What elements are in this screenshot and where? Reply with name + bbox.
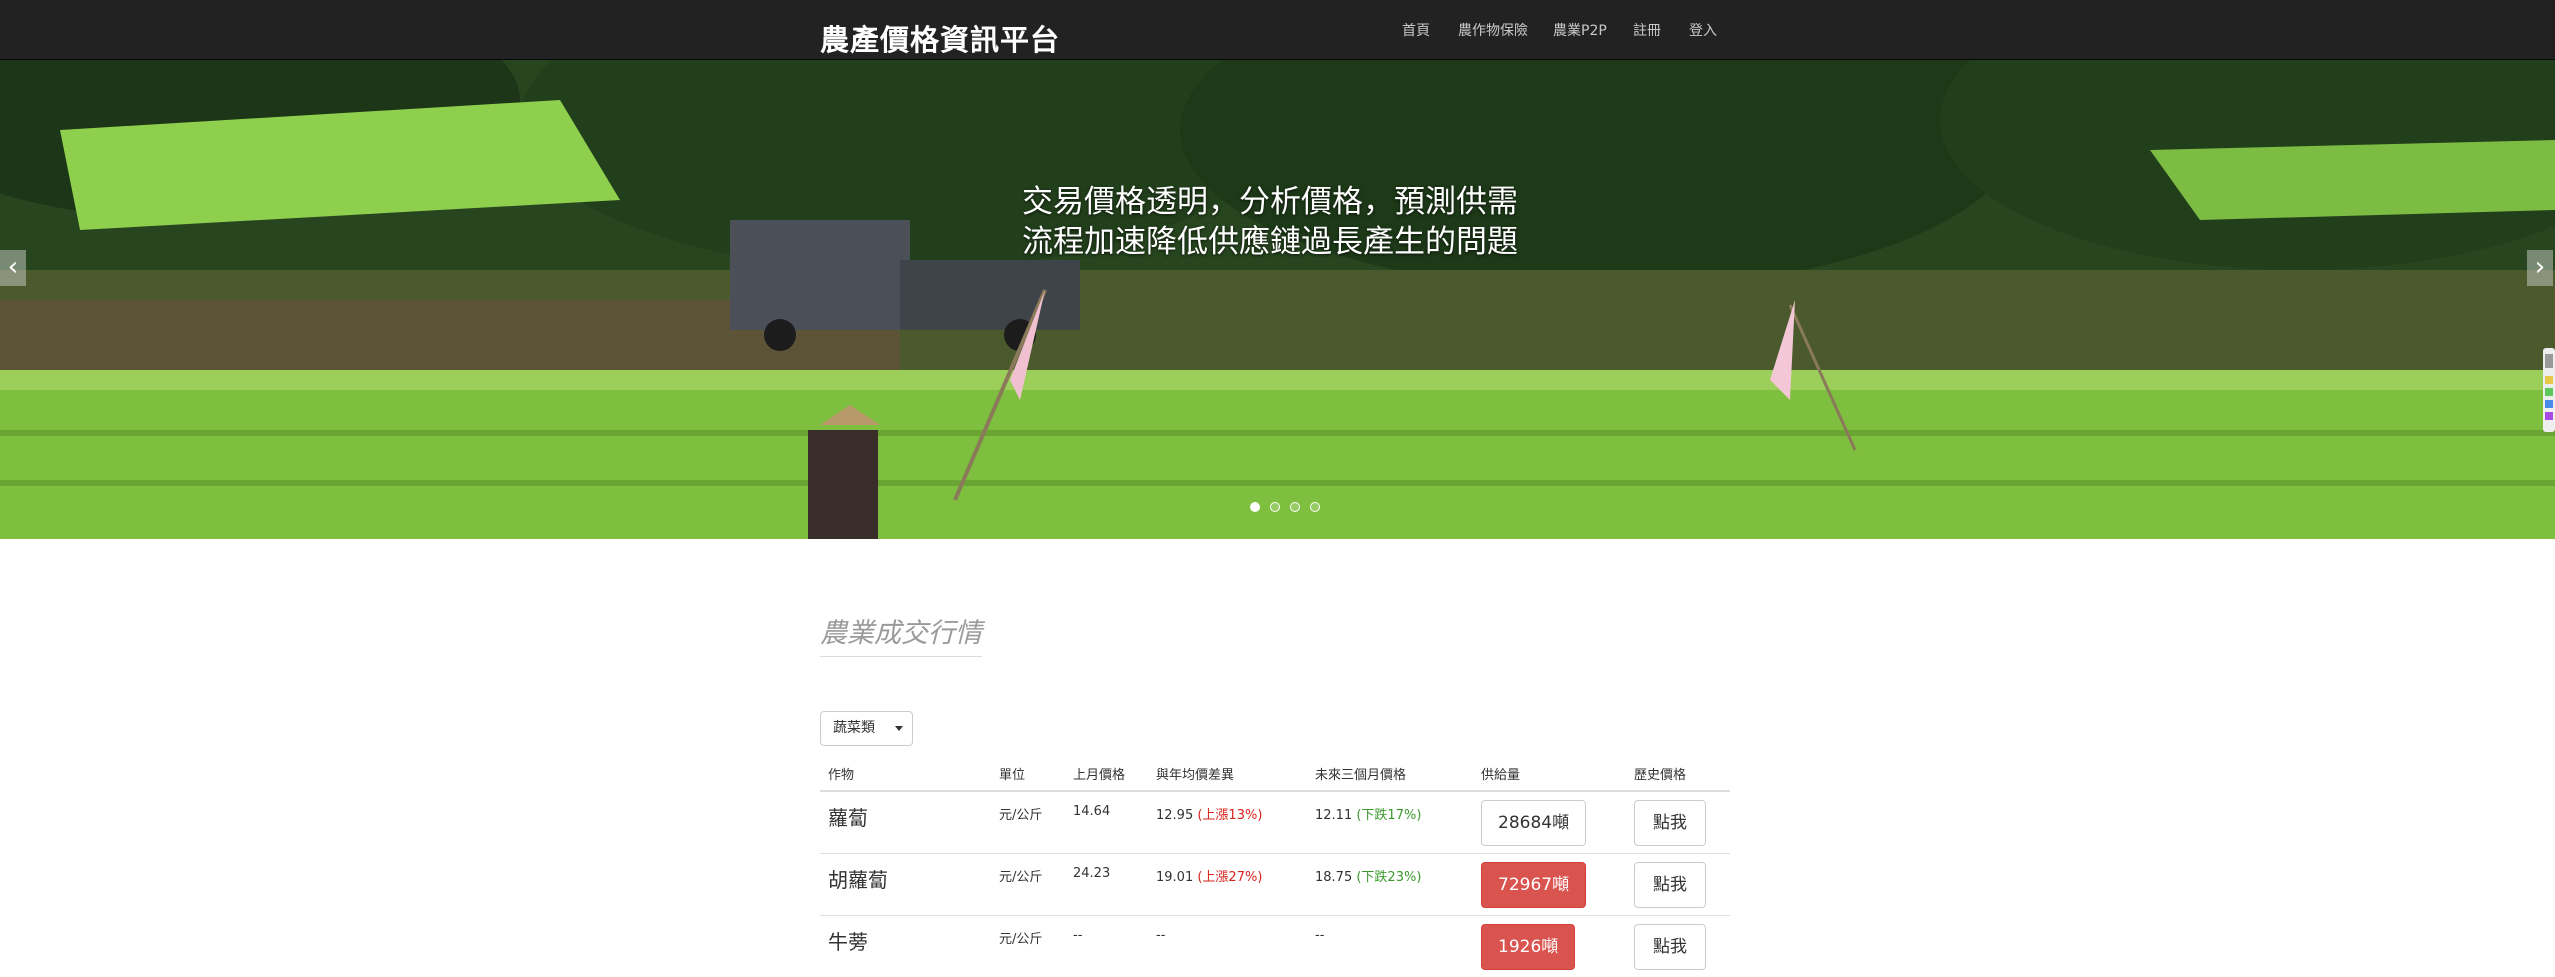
nav-link-home[interactable]: 首頁 (1402, 20, 1430, 40)
table-row: 牛蒡 元/公斤 -- -- -- 1926噸 點我 (820, 916, 1730, 977)
section-title: 農業成交行情 (820, 611, 982, 657)
nav-link-agri-p2p[interactable]: 農業P2P (1553, 20, 1607, 40)
forecast-cell: 12.11 (下跌17%) (1315, 792, 1465, 823)
unit: 元/公斤 (999, 792, 1057, 823)
diff-value: 12.95 (1156, 808, 1193, 823)
col-header-unit: 單位 (991, 756, 1065, 791)
col-header-history: 歷史價格 (1626, 756, 1730, 791)
rice-field-photo (0, 60, 2555, 539)
col-header-forecast: 未來三個月價格 (1307, 756, 1473, 791)
carousel-indicator-2[interactable] (1270, 502, 1280, 512)
chevron-left-icon: ‹ (8, 252, 18, 282)
forecast-cell: 18.75 (下跌23%) (1315, 854, 1465, 885)
unit: 元/公斤 (999, 854, 1057, 885)
price-table: 作物 單位 上月價格 與年均價差異 未來三個月價格 供給量 歷史價格 蘿蔔 元/… (820, 756, 1730, 977)
chevron-right-icon: › (2535, 252, 2545, 282)
carousel-indicator-1[interactable] (1250, 502, 1260, 512)
col-header-diff: 與年均價差異 (1148, 756, 1307, 791)
diff-value: 19.01 (1156, 870, 1193, 885)
caret-down-icon (895, 726, 903, 731)
supply-button[interactable]: 72967噸 (1481, 862, 1586, 908)
nav-link-crop-insurance[interactable]: 農作物保險 (1458, 20, 1528, 40)
nav-link-login[interactable]: 登入 (1689, 20, 1717, 40)
crop-name: 胡蘿蔔 (828, 854, 983, 893)
color-palette-icon[interactable] (2543, 348, 2555, 432)
table-row: 蘿蔔 元/公斤 14.64 12.95 (上漲13%) 12.11 (下跌17%… (820, 791, 1730, 854)
hero-caption-line-1: 交易價格透明，分析價格，預測供需 (1022, 182, 1542, 222)
history-button[interactable]: 點我 (1634, 924, 1706, 970)
forecast-value: 12.11 (1315, 808, 1352, 823)
site-brand[interactable]: 農產價格資訊平台 (820, 17, 1060, 59)
hero-carousel: 交易價格透明，分析價格，預測供需 流程加速降低供應鏈過長產生的問題 ‹ › (0, 60, 2555, 539)
carousel-indicator-3[interactable] (1290, 502, 1300, 512)
last-month-price: -- (1073, 916, 1140, 943)
forecast-value: -- (1315, 928, 1324, 943)
hero-caption: 交易價格透明，分析價格，預測供需 流程加速降低供應鏈過長產生的問題 (1022, 182, 1542, 262)
history-button[interactable]: 點我 (1634, 800, 1706, 846)
forecast-change: (下跌23%) (1356, 870, 1421, 885)
table-row: 胡蘿蔔 元/公斤 24.23 19.01 (上漲27%) 18.75 (下跌23… (820, 854, 1730, 916)
diff-change: (上漲13%) (1197, 808, 1262, 823)
diff-cell: -- (1156, 916, 1299, 943)
supply-button[interactable]: 1926噸 (1481, 924, 1575, 970)
last-month-price: 24.23 (1073, 854, 1140, 881)
history-button[interactable]: 點我 (1634, 862, 1706, 908)
category-select-button[interactable]: 蔬菜類 (820, 711, 888, 746)
forecast-cell: -- (1315, 916, 1465, 943)
diff-cell: 12.95 (上漲13%) (1156, 792, 1299, 823)
unit: 元/公斤 (999, 916, 1057, 947)
crop-name: 牛蒡 (828, 916, 983, 955)
supply-button[interactable]: 28684噸 (1481, 800, 1586, 846)
carousel-next-button[interactable]: › (2527, 250, 2553, 286)
carousel-indicator-4[interactable] (1310, 502, 1320, 512)
col-header-supply: 供給量 (1473, 756, 1626, 791)
col-header-crop: 作物 (820, 756, 991, 791)
dropdown-toggle-button[interactable] (886, 711, 913, 746)
forecast-value: 18.75 (1315, 870, 1352, 885)
hero-caption-line-2: 流程加速降低供應鏈過長產生的問題 (1022, 222, 1542, 262)
forecast-change: (下跌17%) (1356, 808, 1421, 823)
carousel-prev-button[interactable]: ‹ (0, 250, 26, 286)
top-navbar: 農產價格資訊平台 首頁 農作物保險 農業P2P 註冊 登入 (0, 0, 2555, 60)
nav-link-register[interactable]: 註冊 (1633, 20, 1661, 40)
last-month-price: 14.64 (1073, 792, 1140, 819)
diff-change: (上漲27%) (1197, 870, 1262, 885)
diff-value: -- (1156, 928, 1165, 943)
diff-cell: 19.01 (上漲27%) (1156, 854, 1299, 885)
col-header-last-month: 上月價格 (1065, 756, 1148, 791)
table-header-row: 作物 單位 上月價格 與年均價差異 未來三個月價格 供給量 歷史價格 (820, 756, 1730, 791)
crop-name: 蘿蔔 (828, 792, 983, 831)
